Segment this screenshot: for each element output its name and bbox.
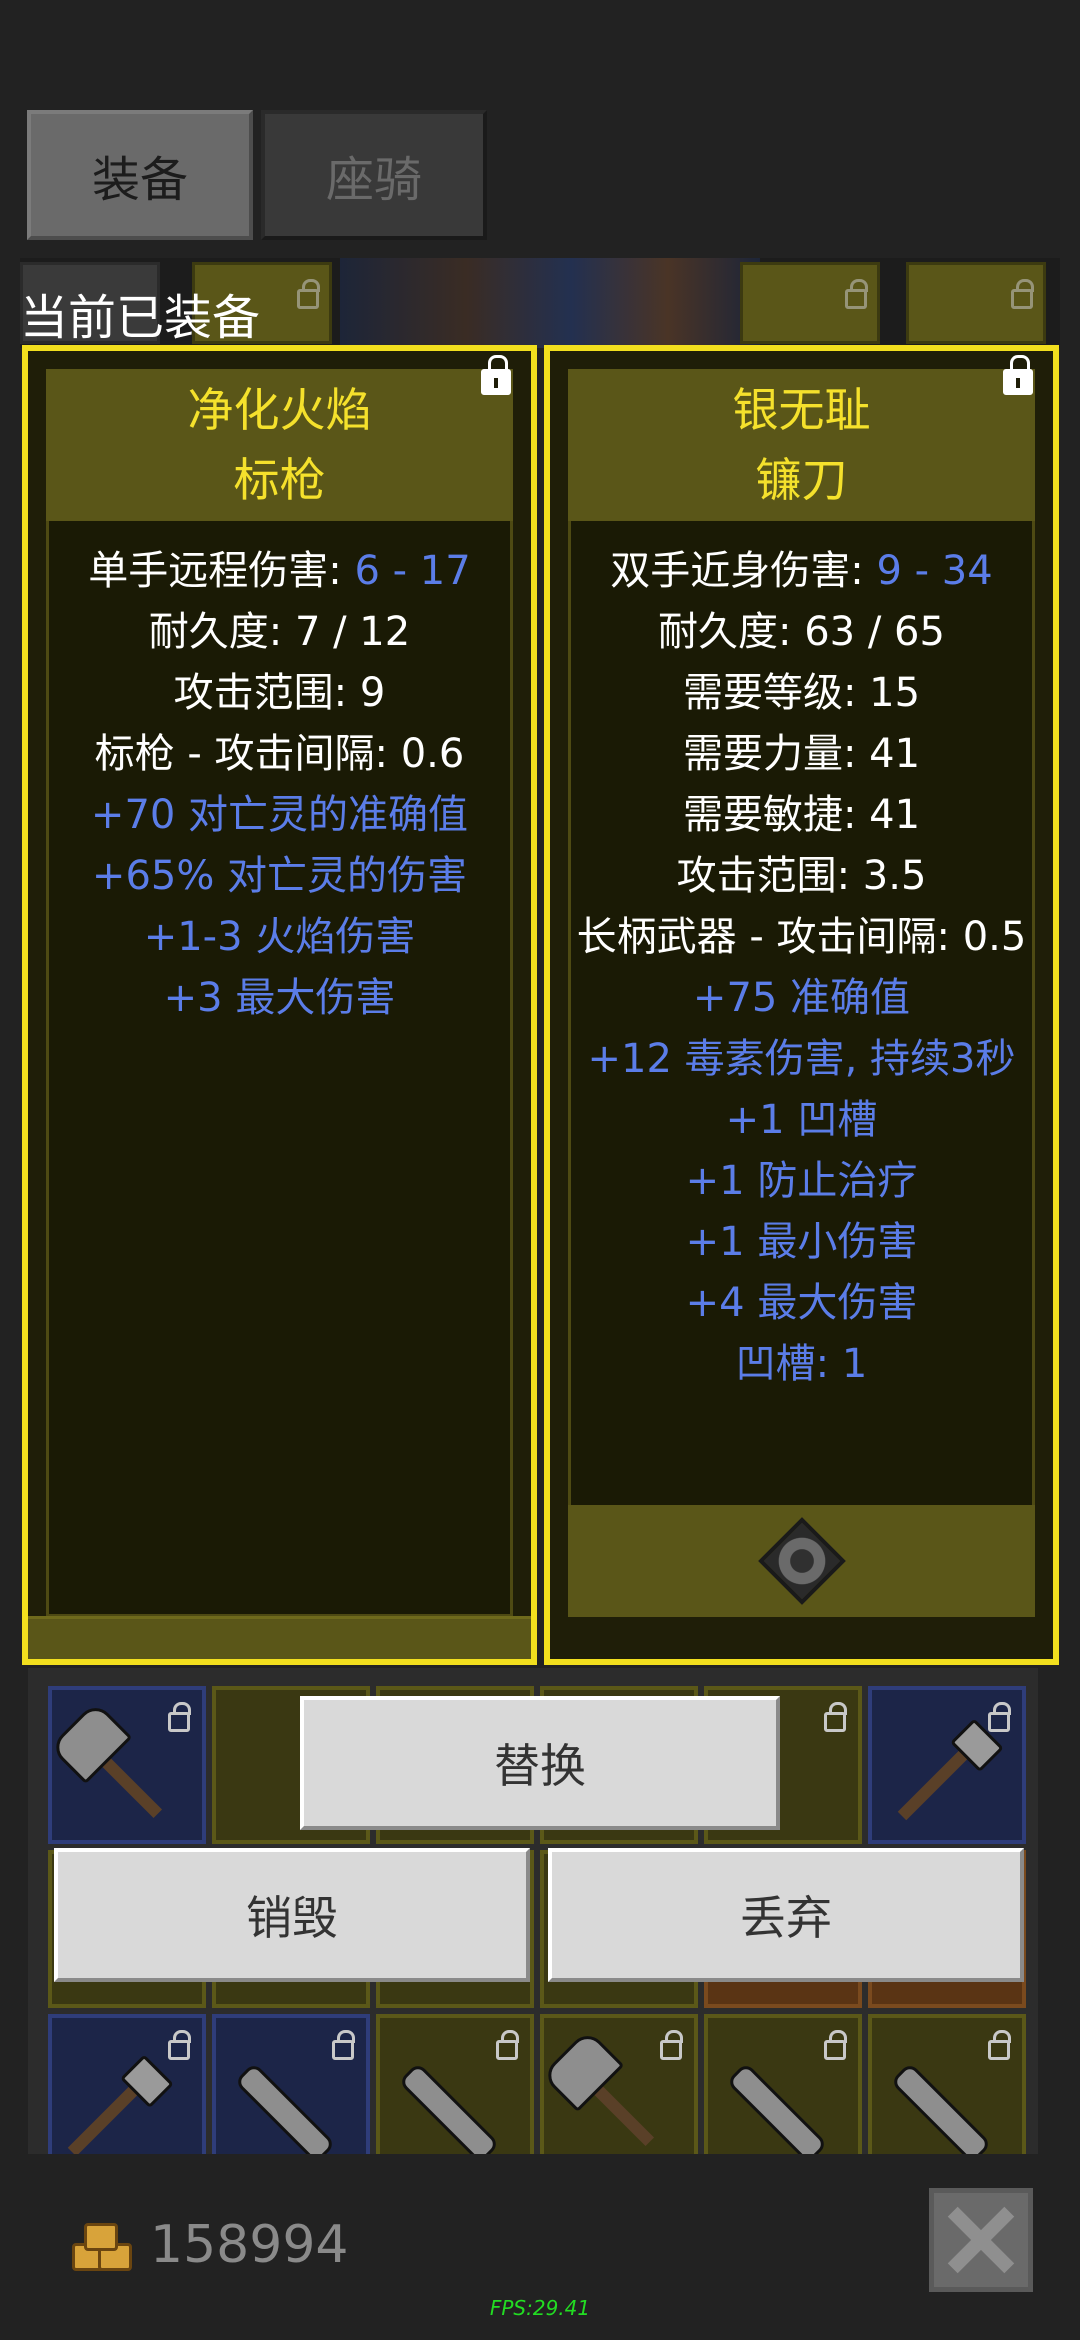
stat-line: 单手远程伤害: 6 - 17 [46,541,513,602]
fps-counter: FPS:29.41 [489,2296,591,2320]
spear-icon [897,1733,985,1821]
socket-gem-icon [757,1517,846,1605]
blade-icon [890,2062,992,2154]
bonus-line: 凹槽: 1 [735,1341,868,1387]
item-stats: 双手近身伤害: 9 - 34 耐久度: 63 / 65 需要等级: 15 需要力… [568,541,1035,1395]
inventory-slot[interactable] [868,2014,1026,2154]
tab-mount[interactable]: 座骑 [261,110,487,240]
blade-icon [726,2062,828,2154]
lock-icon [845,279,868,309]
inventory-slot[interactable] [868,1686,1026,1844]
destroy-button[interactable]: 销毁 [54,1848,530,1982]
selected-item-panel: 银无耻 镰刀 双手近身伤害: 9 - 34 耐久度: 63 / 65 需要等级:… [544,345,1059,1665]
bonus-line: +4 最大伤害 [685,1280,918,1326]
inventory-slot[interactable] [540,2014,698,2154]
bonus-line: +1-3 火焰伤害 [143,914,416,960]
stat-line: 标枪 - 攻击间隔: 0.6 [94,731,465,777]
item-type: 标枪 [233,453,326,507]
bonus-line: +12 毒素伤害, 持续3秒 [587,1036,1016,1082]
stat-line: 需要力量: 41 [682,731,921,777]
stat-line: 攻击范围: 3.5 [676,853,927,899]
blade-icon [234,2062,336,2154]
lock-icon [168,1702,191,1732]
stat-line: 需要敏捷: 41 [682,792,921,838]
inventory-slot[interactable] [48,1686,206,1844]
inventory-slot[interactable] [48,2014,206,2154]
item-header: 净化火焰 标枪 [46,369,513,521]
current-equipped-label: 当前已装备 [20,290,261,346]
stat-line: 长柄武器 - 攻击间隔: 0.5 [576,914,1027,960]
inventory-slot[interactable] [704,2014,862,2154]
lock-icon [1011,279,1034,309]
equipped-item-panel: 净化火焰 标枪 单手远程伤害: 6 - 17 耐久度: 7 / 12 攻击范围:… [22,345,537,1665]
stat-line: 耐久度: 7 / 12 [148,609,411,655]
stat-label: 单手远程伤害: [88,548,355,594]
blade-icon [398,2062,500,2154]
bonus-line: +70 对亡灵的准确值 [90,792,469,838]
stat-label: 双手近身伤害: [610,548,877,594]
item-header: 银无耻 镰刀 [568,369,1035,521]
bonus-line: +75 准确值 [692,975,911,1021]
axe-icon [567,2059,655,2147]
inventory-slot[interactable] [212,2014,370,2154]
close-icon[interactable] [929,2188,1033,2292]
item-name: 净化火焰 [187,383,372,437]
lock-icon [168,2030,191,2060]
gold-amount: 158994 [150,2215,349,2275]
bonus-line: +65% 对亡灵的伤害 [91,853,468,899]
spear-icon [67,2069,155,2154]
axe-icon [75,1731,163,1819]
panel-footer [28,1616,531,1659]
bonus-line: +1 防止治疗 [685,1158,918,1204]
lock-icon [496,2030,519,2060]
stat-line: 需要等级: 15 [682,670,921,716]
lock-icon [824,1702,847,1732]
character-art [340,258,760,348]
item-stats: 单手远程伤害: 6 - 17 耐久度: 7 / 12 攻击范围: 9 标枪 - … [46,541,513,1029]
item-type: 镰刀 [755,453,848,507]
lock-icon [297,279,320,309]
replace-button[interactable]: 替换 [300,1696,780,1830]
stat-line: 耐久度: 63 / 65 [658,609,945,655]
tab-equipment[interactable]: 装备 [27,110,253,240]
gold-counter: 158994 [68,2210,349,2280]
lock-icon [824,2030,847,2060]
bonus-line: +1 最小伤害 [685,1219,918,1265]
lock-icon [1003,355,1033,395]
item-name: 银无耻 [732,383,871,437]
item-lock-toggle[interactable] [1003,355,1033,395]
equipment-slot[interactable] [740,262,880,344]
stat-value: 6 - 17 [354,548,471,594]
item-lock-toggle[interactable] [481,355,511,395]
inventory-slot[interactable] [376,2014,534,2154]
lock-icon [660,2030,683,2060]
socket-slot [568,1505,1035,1617]
lock-icon [332,2030,355,2060]
stat-line: 攻击范围: 9 [173,670,386,716]
discard-button[interactable]: 丢弃 [548,1848,1024,1982]
lock-icon [481,355,511,395]
gold-coins-icon [68,2217,132,2273]
bonus-line: +1 凹槽 [725,1097,878,1143]
equipment-slot[interactable] [906,262,1046,344]
bonus-line: +3 最大伤害 [163,975,396,1021]
lock-icon [988,1702,1011,1732]
stat-line: 双手近身伤害: 9 - 34 [568,541,1035,602]
stat-value: 9 - 34 [876,548,993,594]
lock-icon [988,2030,1011,2060]
